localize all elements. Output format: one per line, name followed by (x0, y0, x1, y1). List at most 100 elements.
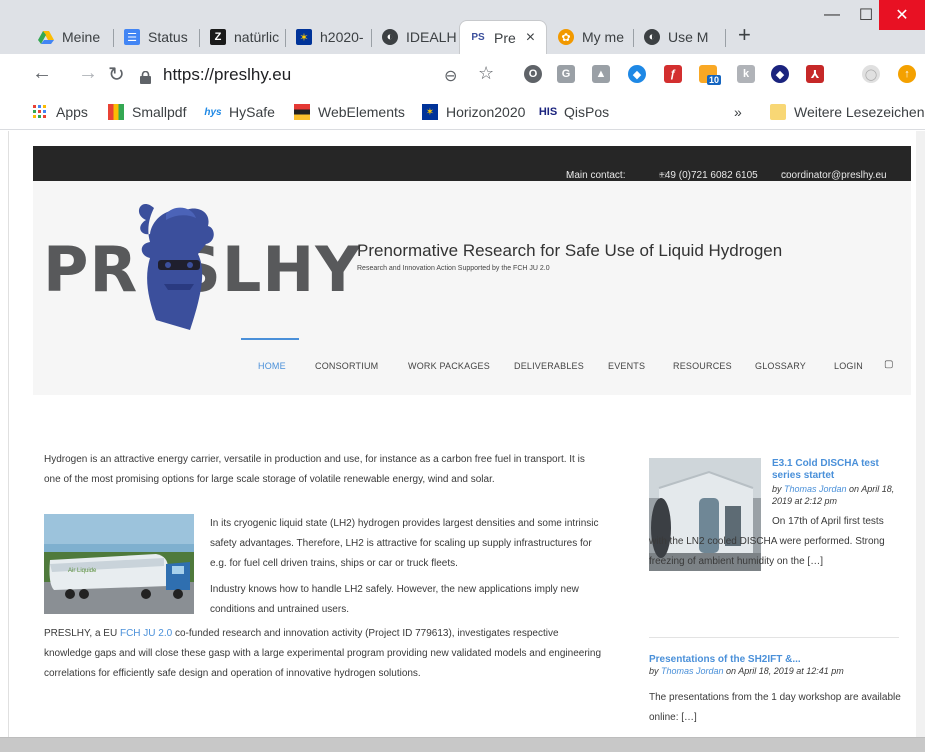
post-title-1[interactable]: E3.1 Cold DISCHA test series startet (772, 458, 902, 482)
orange-flower-icon: ✿ (558, 29, 574, 45)
search-icon[interactable]: ▢ (884, 359, 894, 370)
tab-separator (725, 29, 726, 47)
preslhy-favicon-icon: PS (471, 32, 485, 43)
bookmark-hysafe[interactable]: hys HySafe (204, 104, 275, 120)
bookmark-label: Weitere Lesezeichen (794, 104, 925, 120)
eu-flag-icon: ✶ (296, 29, 312, 45)
tab-status[interactable]: ☰ Status (114, 20, 200, 54)
tab-google-drive[interactable]: Meine (28, 20, 114, 54)
eu-flag-icon: ✶ (422, 104, 438, 120)
globe-icon: ◐ (644, 29, 660, 45)
opera-extension-icon[interactable]: O (524, 65, 542, 83)
new-tab-button[interactable]: + (738, 22, 751, 48)
site-subtagline: Research and Innovation Action Supported… (357, 265, 550, 272)
post-author-link[interactable]: Thomas Jordan (784, 484, 847, 494)
extension-badge: 10 (707, 75, 722, 85)
flash-extension-icon[interactable]: ƒ (664, 65, 682, 83)
bookmark-star-icon[interactable]: ☆ (478, 63, 494, 84)
url-text: https://preslhy.eu (163, 65, 292, 84)
reload-icon[interactable]: ↻ (108, 62, 125, 87)
bookmark-label: QisPos (564, 104, 610, 120)
intro-paragraph-4: PRESLHY, a EU FCH JU 2.0 co-funded resea… (44, 628, 602, 679)
intro-paragraph-1: Hydrogen is an attractive energy carrier… (44, 454, 585, 485)
bookmark-label: Smallpdf (132, 104, 187, 120)
smallpdf-icon (108, 104, 124, 120)
webelements-icon (294, 104, 310, 120)
bookmark-label: HySafe (229, 104, 275, 120)
post-author-link[interactable]: Thomas Jordan (661, 666, 724, 676)
back-arrow-icon[interactable]: ← (32, 62, 52, 85)
bookmark-label: Apps (56, 104, 88, 120)
menu-work-packages[interactable]: WORK PACKAGES (408, 361, 490, 371)
menu-events[interactable]: EVENTS (608, 361, 645, 371)
bookmark-smallpdf[interactable]: Smallpdf (108, 104, 186, 120)
forward-arrow-icon[interactable]: → (78, 62, 98, 85)
apps-grid-icon (32, 104, 48, 120)
tab-preslhy[interactable]: PS Pre × (459, 20, 547, 54)
vertical-scrollbar[interactable] (916, 131, 925, 737)
profile-avatar-icon[interactable]: ◯ (862, 65, 880, 83)
intro-paragraph-3: Industry knows how to handle LH2 safely.… (210, 584, 579, 615)
fch-ju-link[interactable]: FCH JU 2.0 (120, 628, 172, 639)
window-close-button[interactable]: ✕ (879, 0, 925, 30)
other-bookmarks-folder[interactable]: Weitere Lesezeichen (770, 104, 924, 120)
bookmark-qispos[interactable]: HIS QisPos (538, 104, 610, 120)
gray-extension-icon[interactable]: k (737, 65, 755, 83)
hydrogen-mascot-logo (138, 203, 214, 330)
g-extension-icon[interactable]: G (557, 65, 575, 83)
post-excerpt-1: On 17th of April first tests with the LN… (649, 516, 885, 567)
globe-icon: ◐ (382, 29, 398, 45)
bookmark-horizon2020[interactable]: ✶ Horizon2020 (422, 104, 525, 120)
zoom-icon[interactable]: ⊖ (444, 66, 457, 86)
bookmark-label: WebElements (318, 104, 405, 120)
menu-glossary[interactable]: GLOSSARY (755, 361, 806, 371)
post-meta-1: by Thomas Jordan on April 18, 2019 at 2:… (772, 484, 895, 506)
bookmarks-overflow-button[interactable]: » (734, 104, 742, 120)
tab-natuerlich[interactable]: Z natürlic (200, 20, 286, 54)
calendar-extension-icon[interactable]: 10 (699, 65, 722, 85)
svg-text:Air Liquide: Air Liquide (68, 568, 97, 574)
tab-h2020[interactable]: ✶ h2020- (286, 20, 372, 54)
list-doc-icon: ☰ (124, 29, 140, 45)
tab-label: Use M (668, 29, 709, 45)
site-header: PR SLHY Prenormative Research for Safe Us… (33, 181, 911, 395)
site-topbar: ▢ Main contact: ▢ +49 (0)721 6082 6105 ▢ co… (33, 146, 911, 181)
tab-label: IDEALH (406, 29, 457, 45)
tab-use-m[interactable]: ◐ Use M (634, 20, 726, 54)
tab-label: Pre (494, 29, 516, 46)
google-drive-icon (38, 29, 54, 45)
active-menu-indicator (241, 338, 299, 340)
bookmark-apps[interactable]: Apps (32, 104, 88, 120)
menu-login[interactable]: LOGIN (834, 361, 863, 371)
tab-idealhy[interactable]: ◐ IDEALH (372, 20, 458, 54)
lock-icon (140, 69, 151, 84)
bluebird-extension-icon[interactable]: ◆ (628, 65, 646, 83)
folder-icon (770, 104, 786, 120)
bookmarks-bar: Apps Smallpdf hys HySafe WebElements ✶ H… (0, 96, 925, 130)
update-icon[interactable]: ↑ (898, 65, 916, 83)
bookmark-label: Horizon2020 (446, 104, 526, 120)
intro-paragraph-2: In its cryogenic liquid state (LH2) hydr… (210, 518, 599, 569)
site-tagline: Prenormative Research for Safe Use of Li… (357, 241, 783, 260)
tab-label: Meine (62, 29, 101, 45)
his-icon: HIS (538, 106, 558, 118)
drive-extension-icon[interactable]: ▲ (592, 65, 610, 83)
pdf-extension-icon[interactable]: ⅄ (806, 65, 824, 83)
lh2-truck-image: Air Liquide (44, 514, 194, 614)
close-tab-icon[interactable]: × (526, 29, 535, 47)
post-meta-2: by Thomas Jordan on April 18, 2019 at 12… (649, 666, 844, 676)
post-excerpt-2: The presentations from the 1 day worksho… (649, 692, 901, 723)
menu-home[interactable]: HOME (258, 361, 286, 371)
hysafe-icon: hys (204, 106, 222, 118)
browser-titlebar: Meine ☰ Status Z natürlic ✶ h2020- ◐ IDE… (0, 0, 925, 54)
page-edge (8, 131, 9, 737)
dark-extension-icon[interactable]: ◆ (771, 65, 789, 83)
menu-resources[interactable]: RESOURCES (673, 361, 732, 371)
post-divider (649, 637, 899, 638)
menu-consortium[interactable]: CONSORTIUM (315, 361, 378, 371)
tab-my-media[interactable]: ✿ My me (548, 20, 634, 54)
menu-deliverables[interactable]: DELIVERABLES (514, 361, 584, 371)
z-logo-icon: Z (210, 29, 226, 45)
horizontal-scrollbar[interactable] (0, 737, 925, 752)
bookmark-webelements[interactable]: WebElements (294, 104, 405, 120)
